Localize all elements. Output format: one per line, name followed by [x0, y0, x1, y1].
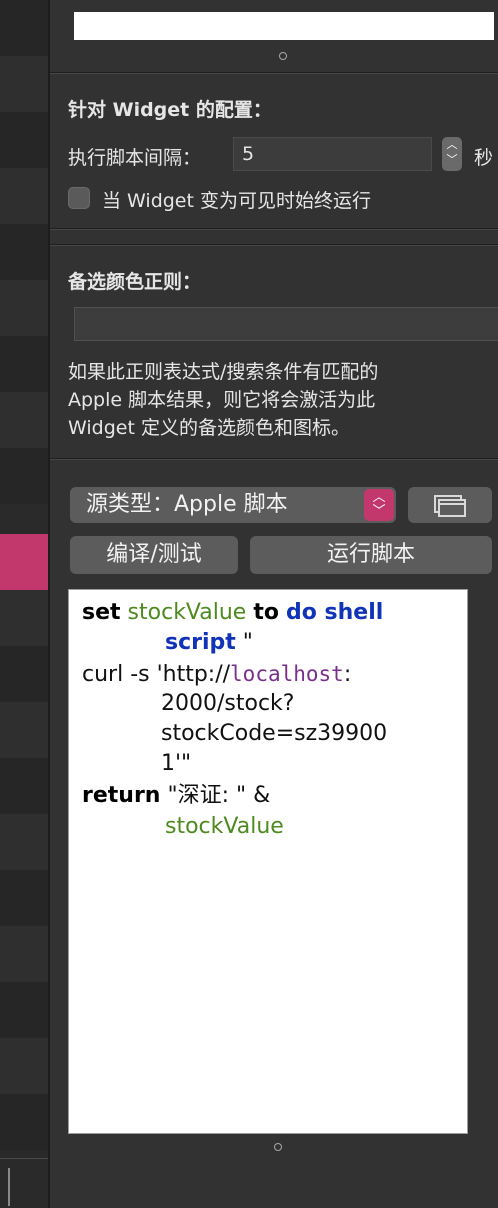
list-row-selected[interactable]	[0, 534, 48, 590]
resize-handle-icon[interactable]	[279, 52, 287, 60]
list-row[interactable]	[0, 982, 48, 1038]
always-run-checkbox[interactable]	[68, 187, 90, 209]
list-row[interactable]	[0, 926, 48, 982]
code-command: do shell	[286, 600, 384, 625]
list-row[interactable]	[0, 1038, 48, 1094]
list-row[interactable]	[0, 448, 48, 504]
list-row[interactable]	[0, 112, 48, 168]
list-row[interactable]	[0, 646, 48, 702]
list-row[interactable]	[0, 56, 48, 112]
code-host: localhost	[230, 662, 344, 686]
interval-input[interactable]: 5	[233, 137, 432, 171]
list-row[interactable]	[0, 814, 48, 870]
list-row[interactable]	[0, 590, 48, 646]
divider	[50, 244, 498, 246]
divider	[50, 72, 498, 74]
code-line: stockValue	[165, 814, 284, 839]
list-row[interactable]	[0, 280, 48, 336]
splitter[interactable]	[48, 0, 50, 1208]
code-line: curl -s 'http://localhost:	[82, 659, 351, 690]
up-down-chevron-icon[interactable]: ︿ ﹀	[364, 489, 394, 521]
description-line: Apple 脚本结果，则它将会激活为此	[68, 389, 376, 411]
source-type-value: 源类型：Apple 脚本	[86, 492, 288, 517]
description-line: 如果此正则表达式/搜索条件有匹配的	[68, 361, 379, 383]
code-keyword: set	[82, 600, 121, 625]
list-row[interactable]	[0, 1094, 48, 1150]
widget-config-heading: 针对 Widget 的配置：	[68, 99, 272, 121]
up-down-chevron-icon[interactable]: ︿ ﹀	[442, 137, 462, 171]
preview-field	[74, 12, 494, 40]
always-run-label[interactable]: 当 Widget 变为可见时始终运行	[102, 186, 371, 213]
alt-color-heading: 备选颜色正则：	[68, 271, 202, 293]
list-row[interactable]	[0, 392, 48, 448]
column-handle	[0, 1168, 10, 1206]
code-text: "深证: " &	[167, 783, 271, 808]
open-editor-window-button[interactable]	[408, 487, 492, 523]
code-line: stockCode=sz39900	[161, 721, 388, 746]
list-row[interactable]	[0, 702, 48, 758]
divider	[50, 458, 498, 460]
code-text: "	[242, 630, 253, 655]
window-icon	[438, 499, 466, 517]
resize-handle-icon[interactable]	[274, 1143, 282, 1151]
list-row[interactable]	[0, 224, 48, 280]
compile-test-button[interactable]: 编译/测试	[70, 536, 238, 574]
list-row[interactable]	[0, 0, 48, 56]
list-row[interactable]	[0, 336, 48, 392]
code-keyword: to	[253, 600, 279, 625]
code-line: script "	[165, 628, 253, 658]
alt-color-description: 如果此正则表达式/搜索条件有匹配的 Apple 脚本结果，则它将会激活为此 Wi…	[68, 358, 488, 442]
code-line: set stockValue to do shell	[82, 598, 383, 628]
script-editor[interactable]: set stockValue to do shell script " curl…	[68, 589, 468, 1134]
divider	[0, 1158, 48, 1159]
source-type-select[interactable]: 源类型：Apple 脚本 ︿ ﹀	[70, 487, 396, 523]
widget-list	[0, 0, 48, 1208]
window-icon	[438, 503, 466, 505]
description-line: Widget 定义的备选颜色和图标。	[68, 417, 350, 439]
regex-input[interactable]	[74, 307, 498, 341]
code-line: return "深证: " &	[82, 781, 270, 811]
code-text: :	[343, 662, 352, 687]
code-command: script	[165, 630, 236, 655]
code-text: curl -s 'http://	[82, 662, 231, 687]
interval-unit: 秒	[474, 147, 494, 169]
run-script-button[interactable]: 运行脚本	[250, 536, 492, 574]
interval-label: 执行脚本间隔：	[68, 147, 202, 169]
code-variable: stockValue	[127, 600, 247, 625]
divider	[50, 228, 498, 230]
list-row[interactable]	[0, 168, 48, 224]
code-keyword: return	[82, 783, 161, 808]
code-line: 1'"	[161, 751, 192, 776]
list-row[interactable]	[0, 870, 48, 926]
list-row[interactable]	[0, 758, 48, 814]
code-line: 2000/stock?	[161, 691, 295, 716]
